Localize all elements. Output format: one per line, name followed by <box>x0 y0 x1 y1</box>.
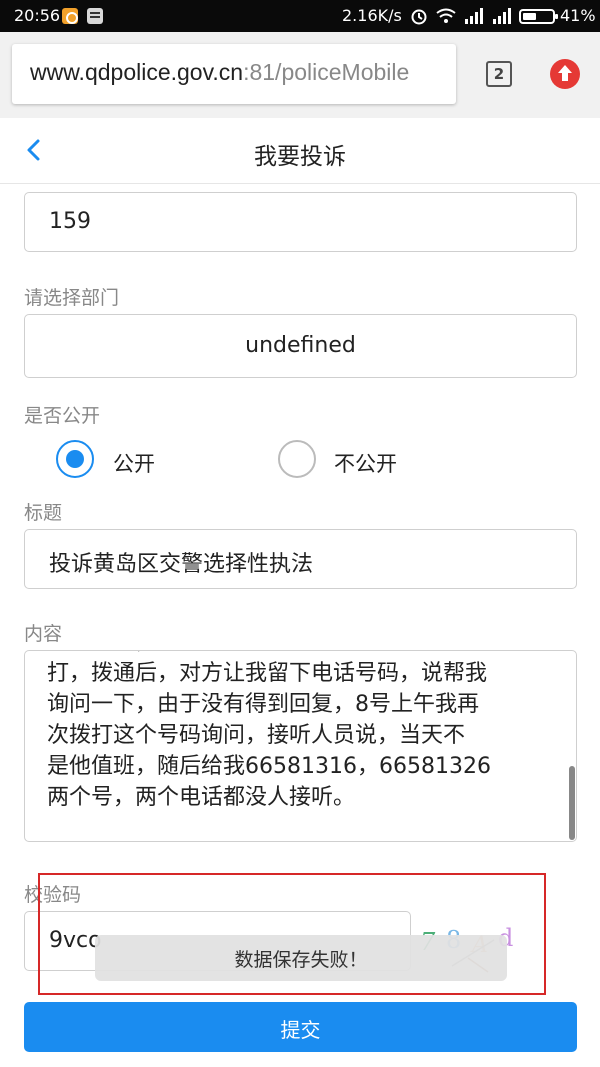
title-input[interactable]: 投诉黄岛区交警选择性执法 <box>24 529 577 589</box>
battery-icon <box>519 9 558 24</box>
content-line: 询问一下，由于没有得到回复，8号上午我再 <box>47 692 479 717</box>
url-host: www.qdpolice.gov.cn <box>30 59 244 85</box>
dept-select[interactable]: undefined <box>24 314 577 378</box>
page-title: 我要投诉 <box>254 144 346 170</box>
content-line: 进行投诉，110给我66581316的号码让我拨 <box>47 651 576 658</box>
signal-icon-2 <box>493 8 511 24</box>
upload-icon[interactable] <box>550 59 580 89</box>
content-line: 是他值班，随后给我66581316，66581326 <box>47 754 491 779</box>
network-speed: 2.16K/s <box>342 6 402 25</box>
submit-button[interactable]: 提交 <box>24 1002 577 1052</box>
message-notification-icon <box>87 8 103 24</box>
app-notification-icon <box>62 8 78 24</box>
dept-label: 请选择部门 <box>24 287 120 309</box>
phone-field[interactable]: 159 <box>24 192 577 252</box>
content-line: 两个号，两个电话都没人接听。 <box>47 785 356 810</box>
wifi-icon <box>436 8 456 23</box>
battery-percent: 41% <box>560 6 596 25</box>
content-label: 内容 <box>24 623 63 645</box>
alarm-icon <box>411 9 427 25</box>
radio-private[interactable] <box>278 440 316 478</box>
page-header: 我要投诉 <box>0 118 600 184</box>
status-time: 20:56 <box>14 6 61 25</box>
signal-icon-1 <box>465 8 483 24</box>
content-scrollbar[interactable] <box>569 766 575 840</box>
radio-public[interactable] <box>56 440 94 478</box>
system-icons <box>410 7 512 25</box>
content-text: 进行投诉，110给我66581316的号码让我拨 打，拨通后，对方让我留下电话号… <box>47 651 576 813</box>
tab-switcher-button[interactable]: 2 <box>486 61 512 87</box>
content-line: 次拨打这个号码询问，接听人员说，当天不 <box>47 723 466 748</box>
status-bar: 20:56 2.16K/s 41% <box>0 0 600 32</box>
content-line: 打，拨通后，对方让我留下电话号码，说帮我 <box>47 661 488 686</box>
content-textarea[interactable]: 进行投诉，110给我66581316的号码让我拨 打，拨通后，对方让我留下电话号… <box>24 650 577 842</box>
radio-private-label[interactable]: 不公开 <box>334 448 397 478</box>
public-radio-group: 公开 不公开 <box>0 440 600 484</box>
radio-public-label[interactable]: 公开 <box>113 448 155 478</box>
public-label: 是否公开 <box>24 405 101 427</box>
highlight-annotation <box>38 873 546 995</box>
url-bar[interactable]: www.qdpolice.gov.cn:81/policeMobile <box>12 44 456 104</box>
browser-toolbar: www.qdpolice.gov.cn:81/policeMobile 2 <box>0 32 600 118</box>
title-label: 标题 <box>24 502 63 524</box>
url-path: :81/policeMobile <box>243 59 410 85</box>
